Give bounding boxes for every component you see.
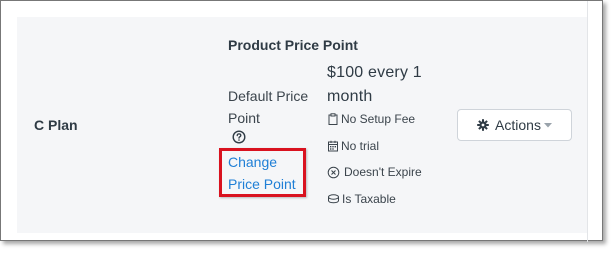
circle-x-icon [327, 166, 340, 178]
price-point-heading: Product Price Point [228, 37, 358, 53]
expire-label: Doesn't Expire [344, 165, 422, 179]
price-text: $100 every 1 month [327, 64, 422, 105]
actions-label: Actions [495, 117, 541, 133]
coins-icon [328, 194, 339, 204]
taxable-attribute: Is Taxable [327, 191, 396, 207]
trial-attribute: No trial [327, 138, 379, 154]
taxable-label: Is Taxable [342, 192, 396, 206]
trial-label: No trial [341, 139, 380, 153]
gear-icon [477, 119, 489, 131]
calendar-icon [328, 140, 338, 152]
default-price-point-label: Default Price Point [228, 88, 309, 126]
expire-attribute: Doesn't Expire [327, 164, 422, 180]
actions-dropdown-button[interactable]: Actions [457, 109, 572, 141]
setup-fee-label: No Setup Fee [341, 112, 416, 126]
change-price-point-link[interactable]: Change Price Point [228, 151, 308, 195]
setup-fee-attribute: No Setup Fee [327, 111, 415, 127]
help-icon[interactable] [232, 130, 246, 144]
plan-name: C Plan [34, 117, 78, 133]
panel-divider [587, 1, 588, 242]
caret-down-icon [543, 122, 552, 127]
window-frame: C Plan Product Price Point Default Price… [0, 0, 603, 242]
clipboard-icon [328, 113, 338, 125]
